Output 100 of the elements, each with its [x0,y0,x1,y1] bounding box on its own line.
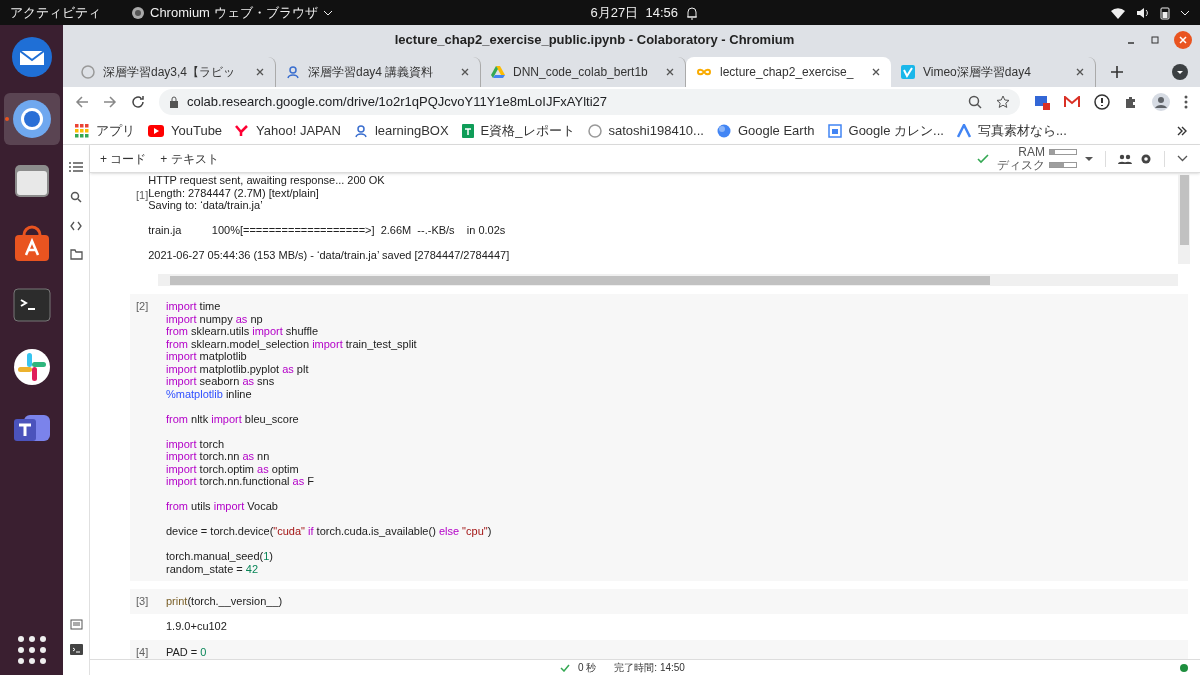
code-icon[interactable] [70,221,82,231]
tab-title: lecture_chap2_exercise_ [720,64,855,81]
app-grid-icon[interactable] [16,635,47,665]
bookmark-link[interactable]: Google カレン... [848,120,944,141]
battery-icon[interactable] [1160,5,1170,20]
code-line: from utils import Vocab [166,500,278,513]
dock-item[interactable] [3,93,60,145]
resource-label: RAM [1018,145,1045,159]
chevron-icon[interactable] [1177,155,1188,162]
browser-icon[interactable] [131,5,145,20]
lock-icon[interactable] [169,96,179,108]
person-icon[interactable] [353,123,368,138]
url-text: colab.research.google.com/drive/1o2r1qPQJcvoY11Y1e8mLoIJFxAYlti27 [187,93,608,112]
calendar-icon[interactable] [827,123,842,138]
code-line: PAD = 0 [166,646,207,659]
bookmark-link[interactable]: アプリ [96,120,135,141]
close-icon[interactable] [255,67,265,77]
code-line: import time [166,300,221,313]
output-line: 2021-06-27 05:44:36 (153 MB/s) - ‘data/train.ja’ saved [2784447/2784447] [148,249,510,262]
cell-number: [4] [136,646,150,659]
triangle-logo-icon[interactable] [956,123,971,138]
code-line: import matplotlib [166,350,247,363]
code-line: from sklearn.utils import shuffle [166,325,319,338]
close-icon[interactable] [1075,67,1085,77]
resource-label: ディスク [997,158,1045,172]
code-line: print(torch.__version__) [166,595,283,608]
code-line: import torch [166,437,225,450]
puzzle-icon[interactable] [1124,95,1138,109]
bookmark-link[interactable]: Google Earth [737,120,815,141]
bookmark-link[interactable]: 写真素材なら... [977,120,1067,141]
address-field[interactable]: colab.research.google.com/drive/1o2r1qPQJcvoY11Y1e8mLoIJFxAYlti27 [159,89,1020,115]
add-text-button[interactable]: + テキスト [160,151,219,166]
browser-tab[interactable]: lecture_chap2_exercise_ [686,57,891,87]
apps-grid-icon[interactable] [75,123,89,138]
bookmark-link[interactable]: E資格_レポート [480,120,575,141]
clock[interactable]: 6月27日 14:56 [590,2,679,23]
settings-icon[interactable] [1140,152,1152,165]
back-arrow-icon[interactable] [75,95,89,109]
close-icon[interactable] [460,67,470,77]
scrollbar[interactable] [158,274,1178,286]
mail-icon[interactable] [1064,96,1080,108]
code-line: import matplotlib.pyplot as plt [166,362,309,375]
cell-number: [3] [136,595,150,608]
star-icon[interactable] [996,95,1010,109]
code-cell[interactable]: [3] print(torch.__version__) [130,589,1188,614]
bookmark-link[interactable]: YouTube [171,120,223,141]
code-line: from sklearn.model_selection import train_test_split [166,337,417,350]
close-icon[interactable] [665,67,675,77]
check-icon[interactable] [560,663,570,672]
bookmark-link[interactable]: learningBOX [374,120,449,141]
output-line: train.ja 100%[===================>] 2.66M --.-KB/s in 0.02s [148,224,506,237]
search-icon[interactable] [968,95,982,109]
check-icon[interactable] [977,153,989,164]
mail-app-icon[interactable] [9,35,54,79]
scrollbar[interactable] [1178,174,1190,264]
code-cell[interactable]: [4] PAD = 0 [130,640,1188,659]
output-line: Length: 2784447 (2.7M) [text/plain] [148,186,319,199]
play-icon[interactable] [148,124,164,137]
wifi-icon[interactable] [1110,5,1126,20]
earth-icon[interactable] [716,123,731,138]
tab-title: 深層学習day3,4【ラビッ [103,64,237,81]
tab-title: Vimeo深層学習day4 [923,64,1032,81]
menu-icon[interactable] [1184,95,1188,109]
info-icon[interactable] [1094,94,1110,110]
close-icon[interactable] [871,67,881,77]
terminal-icon[interactable] [69,644,83,655]
profile-icon[interactable] [1152,93,1170,111]
person-icon[interactable] [286,65,300,79]
caret-icon[interactable] [1172,64,1188,80]
bookmark-link[interactable]: satoshi198410... [608,120,704,141]
extension-icon[interactable] [1034,94,1050,110]
sheet-icon[interactable] [461,123,474,138]
drive-icon[interactable] [491,65,505,79]
code-line: device = torch.device("cuda" if torch.cuda.is_available() else "cpu") [166,525,492,538]
bookmark-link[interactable]: Yahoo! JAPAN [256,120,341,141]
chevron-icon[interactable] [1176,124,1188,137]
maximize-icon[interactable] [1150,35,1160,45]
bell-icon[interactable] [686,5,699,20]
search-icon[interactable] [70,191,82,203]
code-line: from nltk import bleu_score [166,412,299,425]
people-icon[interactable] [1118,153,1132,164]
app-menu[interactable]: Chromium ウェブ・ブラウザ [150,2,318,23]
activities-button[interactable]: アクティビティ [10,2,101,23]
speaker-icon[interactable] [1136,5,1150,20]
code-line: torch.manual_seed(1) [166,550,274,563]
forward-arrow-icon[interactable] [103,95,117,109]
code-line: import seaborn as sns [166,375,275,388]
list-icon[interactable] [69,161,83,173]
y-logo-icon[interactable] [235,124,250,137]
reload-icon[interactable] [131,95,145,109]
add-code-button[interactable]: + コード [100,151,147,166]
cell-number: [1] [136,189,149,201]
code-line: %matplotlib inline [166,387,252,400]
plus-icon[interactable] [1110,65,1124,79]
tab-title: DNN_code_colab_bert1b [513,64,649,81]
code-line: import torch.nn.functional as F [166,475,314,488]
output-line: 1.9.0+cu102 [166,619,227,632]
caret-icon[interactable] [1085,155,1093,162]
output-line: HTTP request sent, awaiting response... 200 OK [148,174,385,187]
close-icon[interactable] [1174,31,1192,49]
